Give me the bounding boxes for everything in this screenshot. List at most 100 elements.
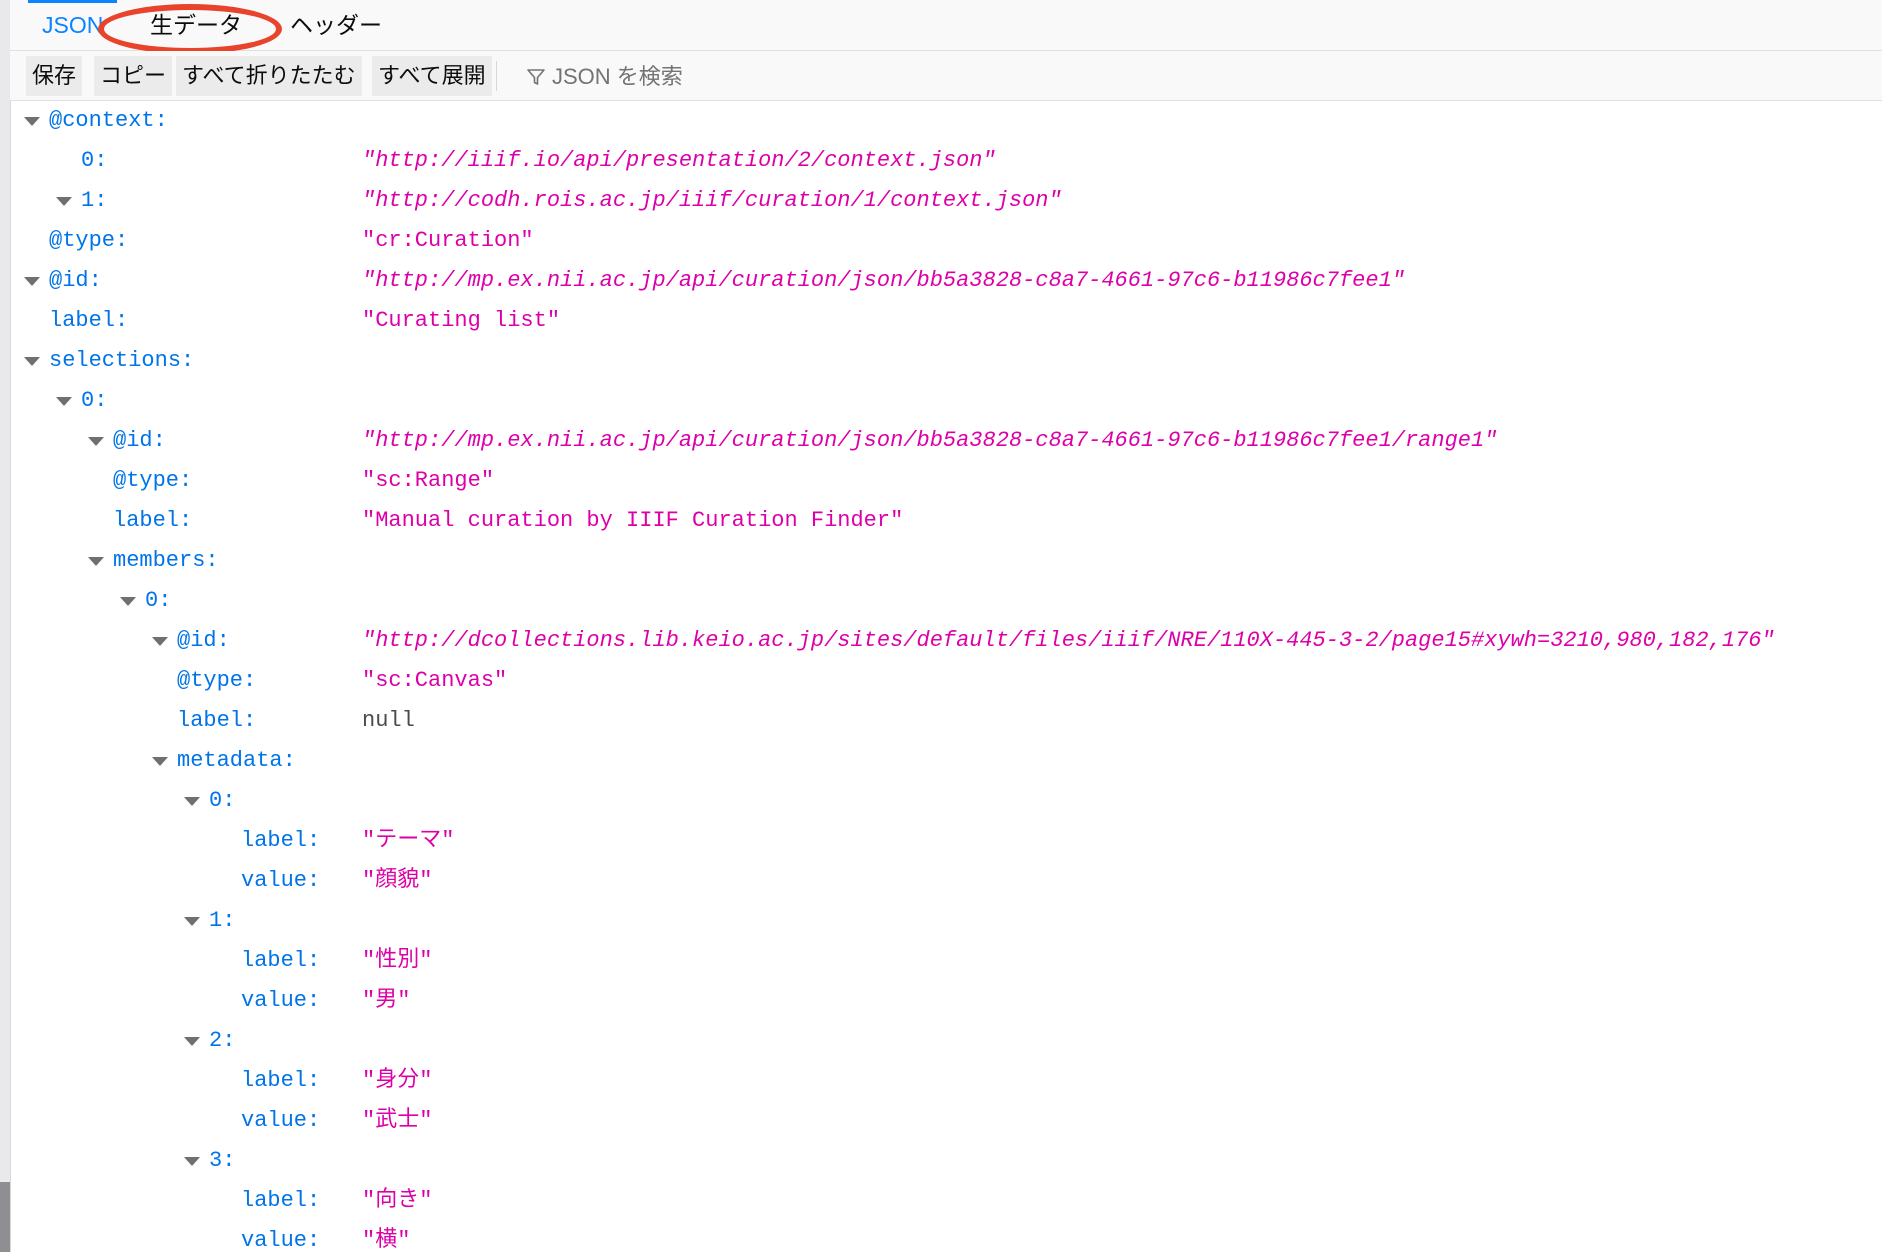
json-key: @id: <box>177 628 230 653</box>
json-key: @id: <box>49 268 102 293</box>
tree-row[interactable]: 3: <box>10 1141 1882 1181</box>
tree-row[interactable]: 0: <box>10 381 1882 421</box>
tab-json[interactable]: JSON <box>28 0 117 50</box>
json-value: "顔貌" <box>362 868 433 893</box>
json-key: label: <box>241 1068 321 1093</box>
tab-headers[interactable]: ヘッダー <box>276 0 396 50</box>
tree-row[interactable]: @id: "http://mp.ex.nii.ac.jp/api/curation… <box>10 421 1882 461</box>
toolbar-divider <box>496 61 497 91</box>
expand-toggle-icon[interactable] <box>152 757 168 766</box>
expand-toggle-icon[interactable] <box>56 197 72 206</box>
json-key: selections: <box>49 348 195 373</box>
json-value: "横" <box>362 1228 411 1252</box>
expand-toggle-icon[interactable] <box>24 117 40 126</box>
json-key: @id: <box>113 428 166 453</box>
json-key: 2: <box>209 1028 236 1053</box>
tree-row[interactable]: @type: "sc:Range" <box>10 461 1882 501</box>
tree-row[interactable]: label: "Curating list" <box>10 301 1882 341</box>
expand-toggle-icon[interactable] <box>88 557 104 566</box>
tree-row[interactable]: value: "顔貌" <box>10 861 1882 901</box>
tree-row[interactable]: label: "テーマ" <box>10 821 1882 861</box>
tree-row[interactable]: label: "Manual curation by IIIF Curation … <box>10 501 1882 541</box>
json-key: label: <box>49 308 129 333</box>
expand-all-button[interactable]: すべて展開 <box>372 56 492 96</box>
json-key: @context: <box>49 108 168 133</box>
json-value: "性別" <box>362 948 433 973</box>
json-value: "http://mp.ex.nii.ac.jp/api/curation/jso… <box>362 268 1405 293</box>
json-value: "身分" <box>362 1068 433 1093</box>
tree-row[interactable]: 1: "http://codh.rois.ac.jp/iiif/curation/… <box>10 181 1882 221</box>
json-tree: @context: 0: "http://iiif.io/api/presentat… <box>10 101 1882 1252</box>
tree-row[interactable]: selections: <box>10 341 1882 381</box>
json-value: "Manual curation by IIIF Curation Finder… <box>362 508 904 533</box>
json-value: "Curating list" <box>362 308 561 333</box>
copy-button[interactable]: コピー <box>94 56 173 96</box>
tree-row[interactable]: 2: <box>10 1021 1882 1061</box>
tree-row[interactable]: value: "男" <box>10 981 1882 1021</box>
tree-row[interactable]: @type: "sc:Canvas" <box>10 661 1882 701</box>
tree-row[interactable]: 0: "http://iiif.io/api/presentation/2/con… <box>10 141 1882 181</box>
window-left-edge-shade <box>0 1182 10 1252</box>
tree-row[interactable]: label: "性別" <box>10 941 1882 981</box>
json-key: label: <box>241 1188 321 1213</box>
tree-row[interactable]: @id: "http://dcollections.lib.keio.ac.jp/… <box>10 621 1882 661</box>
filter-json-input[interactable] <box>550 60 1114 94</box>
tree-row[interactable]: value: "武士" <box>10 1101 1882 1141</box>
tree-row[interactable]: label: "身分" <box>10 1061 1882 1101</box>
expand-toggle-icon[interactable] <box>184 797 200 806</box>
expand-toggle-icon[interactable] <box>120 597 136 606</box>
expand-toggle-icon[interactable] <box>184 917 200 926</box>
tree-row[interactable]: @id: "http://mp.ex.nii.ac.jp/api/curation… <box>10 261 1882 301</box>
save-button[interactable]: 保存 <box>26 56 83 96</box>
tree-row[interactable]: 1: <box>10 901 1882 941</box>
expand-toggle-icon[interactable] <box>88 437 104 446</box>
tree-row[interactable]: 0: <box>10 781 1882 821</box>
tree-row[interactable]: @context: <box>10 101 1882 141</box>
collapse-all-button[interactable]: すべて折りたたむ <box>176 56 362 96</box>
json-value: "cr:Curation" <box>362 228 534 253</box>
json-key: 0: <box>81 148 108 173</box>
json-value: "http://dcollections.lib.keio.ac.jp/site… <box>362 628 1775 653</box>
tree-row[interactable]: 0: <box>10 581 1882 621</box>
json-value: "sc:Canvas" <box>362 668 508 693</box>
json-key: value: <box>241 1228 321 1252</box>
json-value: "http://codh.rois.ac.jp/iiif/curation/1/… <box>362 188 1062 213</box>
json-key: metadata: <box>177 748 296 773</box>
json-key: 0: <box>145 588 172 613</box>
expand-toggle-icon[interactable] <box>152 637 168 646</box>
json-key: label: <box>113 508 193 533</box>
tree-row[interactable]: label: null <box>10 701 1882 741</box>
json-key: label: <box>241 948 321 973</box>
expand-toggle-icon[interactable] <box>184 1037 200 1046</box>
json-key: label: <box>177 708 257 733</box>
json-key: value: <box>241 988 321 1013</box>
json-key: @type: <box>49 228 129 253</box>
json-key: members: <box>113 548 219 573</box>
tree-row[interactable]: label: "向き" <box>10 1181 1882 1221</box>
tab-raw-data[interactable]: 生データ <box>136 0 256 50</box>
tree-row[interactable]: metadata: <box>10 741 1882 781</box>
json-value: null <box>362 708 415 733</box>
json-key: 1: <box>81 188 108 213</box>
json-value: "テーマ" <box>362 828 455 853</box>
json-key: value: <box>241 868 321 893</box>
json-key: 1: <box>209 908 236 933</box>
expand-toggle-icon[interactable] <box>56 397 72 406</box>
expand-toggle-icon[interactable] <box>184 1157 200 1166</box>
json-key: 0: <box>209 788 236 813</box>
expand-toggle-icon[interactable] <box>24 277 40 286</box>
json-value: "武士" <box>362 1108 433 1133</box>
json-key: @type: <box>113 468 193 493</box>
json-value: "男" <box>362 988 411 1013</box>
expand-toggle-icon[interactable] <box>24 357 40 366</box>
tree-row[interactable]: members: <box>10 541 1882 581</box>
json-filter <box>522 56 1122 96</box>
tree-row[interactable]: value: "横" <box>10 1221 1882 1252</box>
json-toolbar: 保存 コピー すべて折りたたむ すべて展開 <box>10 51 1882 101</box>
json-value: "http://mp.ex.nii.ac.jp/api/curation/jso… <box>362 428 1498 453</box>
tree-row[interactable]: @type: "cr:Curation" <box>10 221 1882 261</box>
json-key: @type: <box>177 668 257 693</box>
json-key: label: <box>241 828 321 853</box>
json-key: value: <box>241 1108 321 1133</box>
json-value: "向き" <box>362 1188 433 1213</box>
